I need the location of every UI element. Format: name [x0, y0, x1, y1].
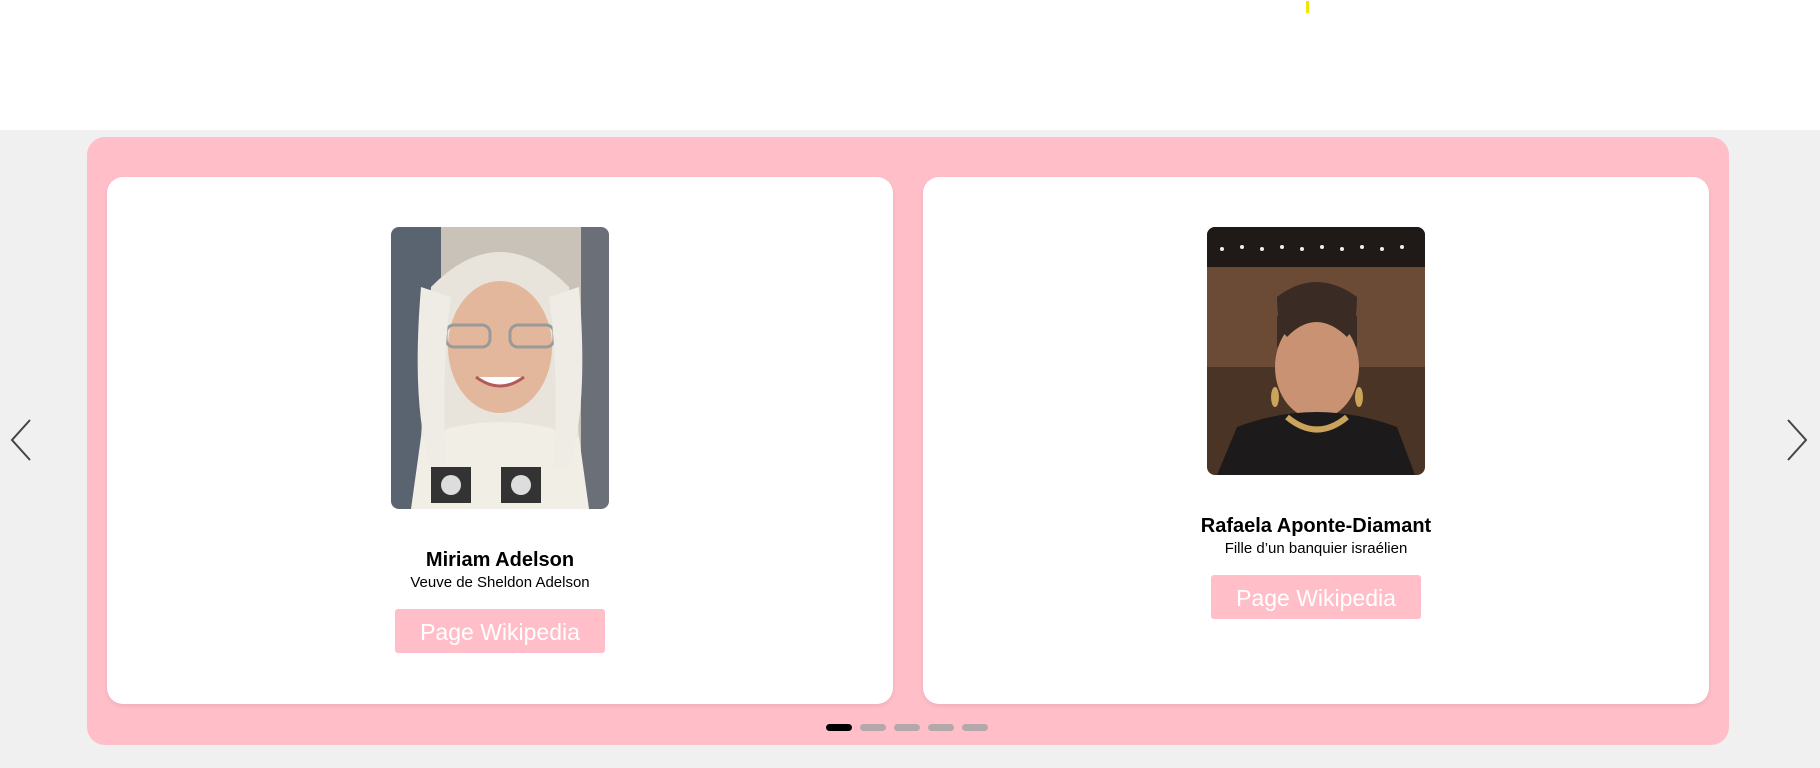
page-header-area: [0, 0, 1820, 130]
chevron-right-icon: [1787, 419, 1808, 461]
person-portrait-image: [391, 227, 609, 509]
carousel-pagination: [826, 724, 988, 732]
people-carousel: Miriam Adelson Veuve de Sheldon Adelson …: [87, 137, 1729, 745]
person-description: Veuve de Sheldon Adelson: [410, 574, 590, 591]
carousel-next-button[interactable]: [1778, 416, 1812, 464]
carousel-dot[interactable]: [894, 724, 920, 731]
person-card: Miriam Adelson Veuve de Sheldon Adelson …: [107, 177, 893, 704]
wikipedia-page-button[interactable]: Page Wikipedia: [1211, 575, 1421, 619]
person-description: Fille d’un banquier israélien: [1224, 540, 1408, 557]
carousel-dot[interactable]: [826, 724, 852, 731]
person-name: Rafaela Aponte-Diamant: [1200, 515, 1432, 537]
chevron-left-icon: [10, 419, 31, 461]
person-card: Rafaela Aponte-Diamant Fille d’un banqui…: [923, 177, 1709, 704]
carousel-dot[interactable]: [928, 724, 954, 731]
person-portrait-image: [1207, 227, 1425, 475]
header-accent-mark: [1306, 1, 1309, 13]
wikipedia-page-button[interactable]: Page Wikipedia: [395, 609, 605, 653]
carousel-prev-button[interactable]: [6, 416, 40, 464]
carousel-dot[interactable]: [860, 724, 886, 731]
carousel-dot[interactable]: [962, 724, 988, 731]
person-name: Miriam Adelson: [425, 549, 575, 571]
